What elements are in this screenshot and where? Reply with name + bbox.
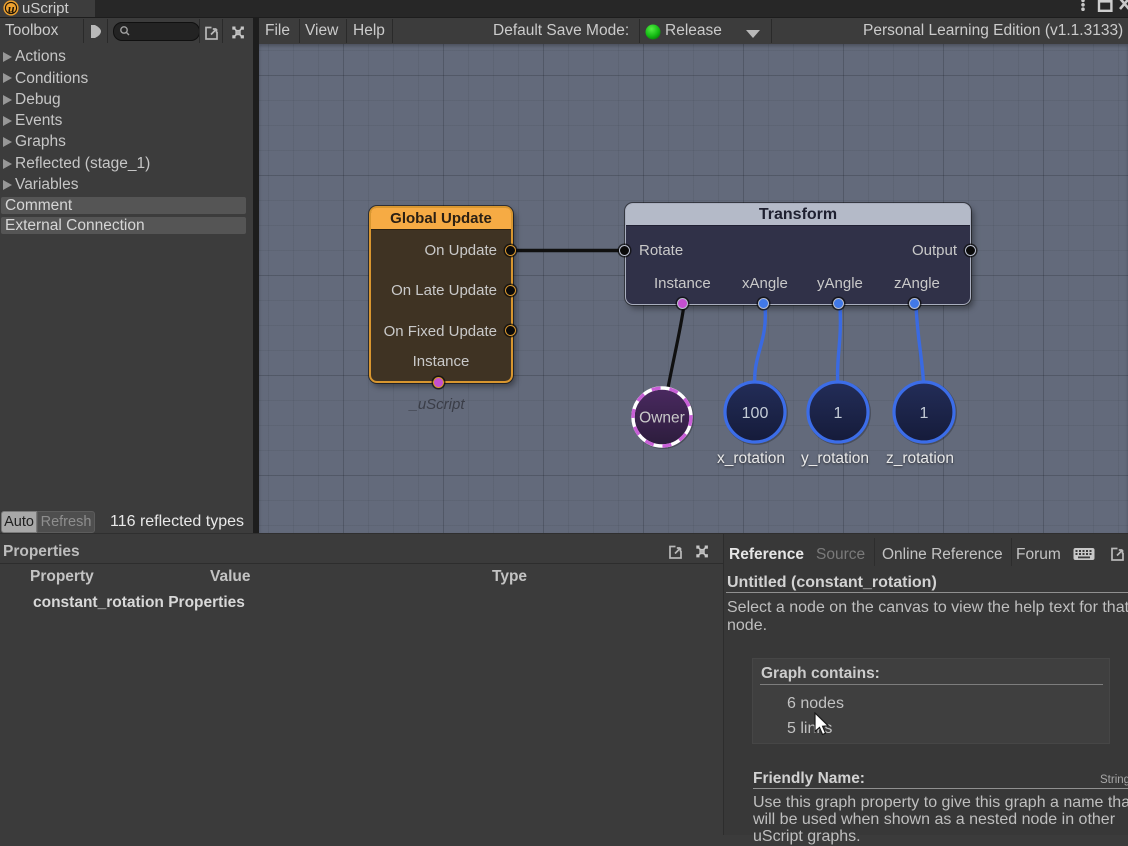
svg-text:1: 1 — [920, 405, 929, 422]
svg-text:1: 1 — [834, 405, 843, 422]
svg-text:100: 100 — [742, 405, 769, 422]
svg-text:u: u — [8, 1, 15, 15]
svg-text:Owner: Owner — [639, 410, 685, 427]
